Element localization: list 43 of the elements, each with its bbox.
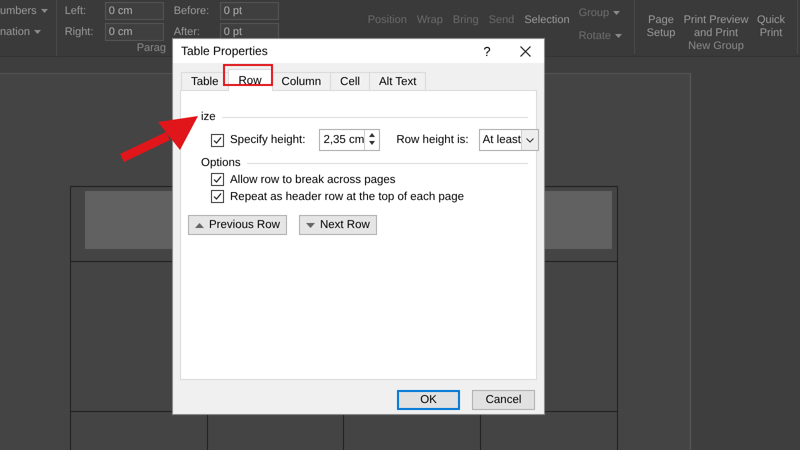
tab[interactable]: Alt Text bbox=[368, 72, 426, 91]
spacing-label: After: bbox=[174, 26, 201, 38]
close-icon bbox=[520, 46, 530, 56]
tab[interactable]: Table bbox=[181, 72, 228, 91]
triangle-up-icon bbox=[195, 222, 204, 228]
nav-button[interactable]: Next Row bbox=[298, 215, 377, 235]
ok-button[interactable]: OK bbox=[397, 390, 460, 410]
ribbon-button[interactable]: Selection bbox=[524, 14, 570, 27]
checkbox[interactable] bbox=[211, 134, 224, 146]
cancel-button[interactable]: Cancel bbox=[472, 390, 535, 410]
spacing-label: Before: bbox=[174, 4, 210, 16]
checkbox-label: Specify height: bbox=[230, 134, 306, 146]
caret-icon bbox=[40, 8, 48, 12]
field-label: Row height is: bbox=[396, 134, 469, 146]
ribbon-button[interactable]: Quick Print bbox=[753, 14, 789, 40]
ribbon-button[interactable]: Page Setup bbox=[643, 14, 679, 40]
checkbox[interactable] bbox=[211, 190, 224, 203]
caret-icon bbox=[615, 34, 622, 38]
caret-icon bbox=[613, 10, 620, 14]
row-height-select[interactable]: At least bbox=[478, 129, 539, 151]
group-label: Options bbox=[201, 157, 241, 169]
spacing-field[interactable]: 0 pt bbox=[220, 2, 279, 20]
ribbon-button[interactable]: Print Preview and Print bbox=[683, 14, 749, 40]
help-button[interactable]: ? bbox=[468, 39, 506, 63]
indent-label: Right: bbox=[64, 26, 94, 38]
group-label: New Group bbox=[687, 40, 745, 52]
indent-field[interactable]: 0 cm bbox=[104, 22, 164, 40]
checkbox-label: Allow row to break across pages bbox=[230, 174, 396, 186]
dialog-title: Table Properties bbox=[181, 44, 269, 58]
ribbon-menu[interactable]: umbers bbox=[0, 4, 37, 16]
height-spinner[interactable]: 2,35 cm bbox=[319, 129, 380, 151]
indent-field[interactable]: 0 cm bbox=[104, 2, 164, 20]
group-label: ize bbox=[201, 111, 216, 123]
caret-icon bbox=[34, 30, 41, 34]
checkbox[interactable] bbox=[211, 173, 224, 186]
ribbon-menu[interactable]: nation bbox=[0, 26, 30, 38]
indent-label: Left: bbox=[64, 4, 88, 16]
triangle-down-icon bbox=[306, 222, 315, 228]
group-label: Parag bbox=[136, 42, 166, 54]
chevron-down-icon bbox=[526, 138, 534, 142]
highlight-frame bbox=[223, 64, 273, 86]
checkbox-label: Repeat as header row at the top of each page bbox=[230, 190, 464, 202]
nav-button[interactable]: Previous Row bbox=[188, 215, 287, 235]
